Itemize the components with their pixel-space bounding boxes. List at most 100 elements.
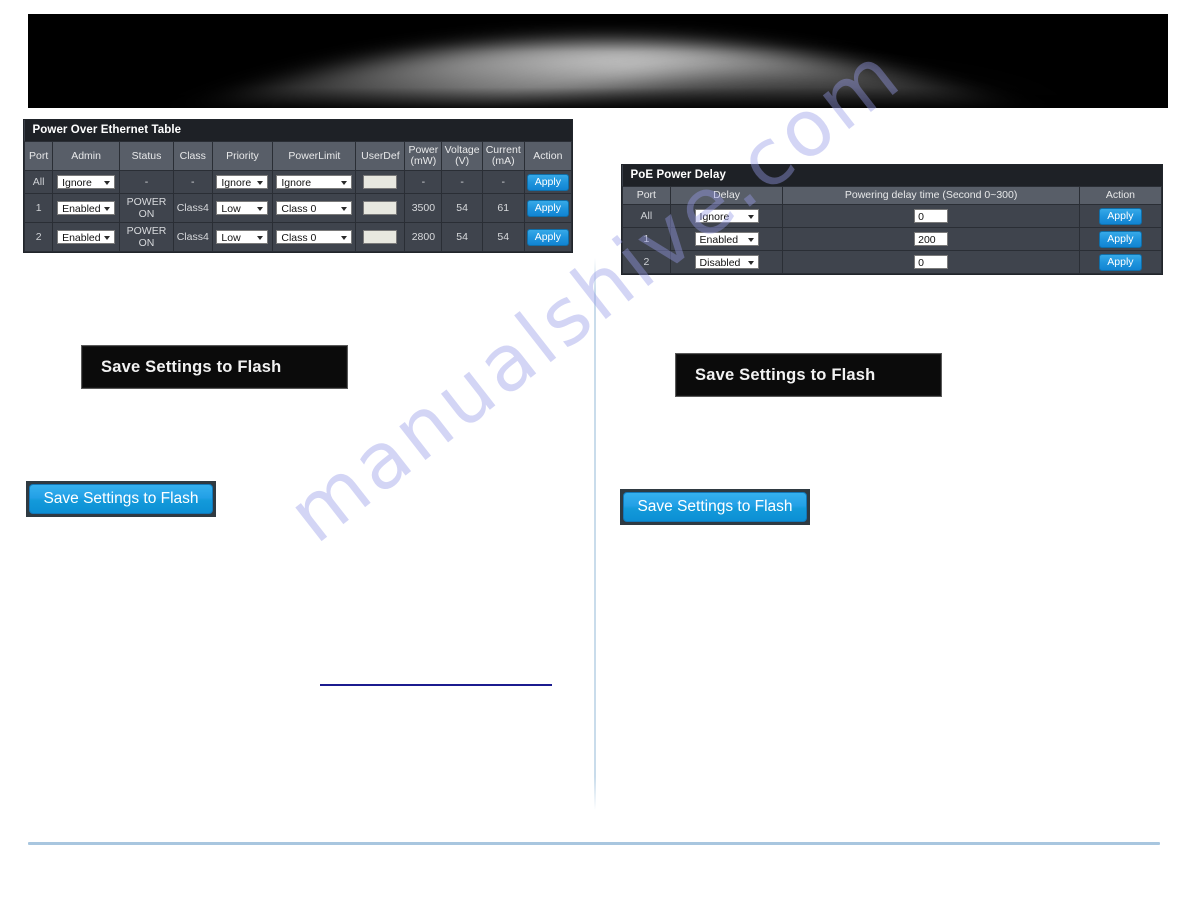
save-settings-to-flash-button-wrap-right: Save Settings to Flash (620, 489, 810, 525)
table-row: All Ignore 0 Apply (622, 204, 1163, 228)
cell-userdef (355, 222, 406, 252)
cell-power-mw: 2800 (404, 222, 443, 252)
col-delay-port: Port (622, 186, 671, 205)
cell-port: All (23, 170, 54, 194)
footer-horizontal-rule (28, 842, 1160, 845)
save-settings-to-flash-button-wrap-left: Save Settings to Flash (26, 481, 216, 517)
col-power-mw-l2: (mW) (410, 155, 437, 167)
cell-voltage-v: 54 (441, 193, 483, 223)
save-settings-to-flash-button-right[interactable]: Save Settings to Flash (623, 492, 807, 522)
cell-action: Apply (523, 193, 573, 223)
cell-current-ma: - (481, 170, 525, 194)
cell-status: POWER ON (118, 222, 175, 252)
save-settings-to-flash-dark-button-right[interactable]: Save Settings to Flash (675, 353, 942, 397)
column-divider (594, 258, 596, 810)
apply-button[interactable]: Apply (1099, 207, 1142, 225)
apply-button[interactable]: Apply (1099, 230, 1142, 248)
userdef-input[interactable] (363, 201, 398, 215)
cell-priority: Low (211, 222, 274, 252)
save-settings-to-flash-label: Save Settings to Flash (695, 365, 876, 384)
cell-current-ma: 61 (481, 193, 525, 223)
admin-select[interactable]: Enabled (57, 230, 116, 244)
col-current-ma: Current (mA) (481, 141, 525, 171)
delay-time-input[interactable]: 200 (914, 232, 949, 246)
admin-select[interactable]: Enabled (57, 201, 116, 215)
cell-class: - (173, 170, 213, 194)
col-action: Action (523, 141, 573, 171)
cell-power-mw: 3500 (404, 193, 443, 223)
delay-select[interactable]: Ignore (694, 209, 759, 223)
cell-port: 1 (23, 193, 54, 223)
cell-delay-select: Disabled (669, 250, 784, 274)
table-row: 1 Enabled 200 Apply (622, 227, 1163, 251)
delay-time-input[interactable]: 0 (914, 209, 949, 223)
delay-table-header-row: Port Delay Powering delay time (Second 0… (622, 186, 1163, 205)
col-power-mw: Power (mW) (404, 141, 443, 171)
delay-select[interactable]: Enabled (694, 232, 759, 246)
col-port: Port (23, 141, 54, 171)
cell-delay-time: 200 (782, 227, 1080, 251)
cell-class: Class4 (173, 222, 213, 252)
col-userdef: UserDef (355, 141, 406, 171)
cell-delay-action: Apply (1078, 204, 1163, 228)
cell-delay-action: Apply (1078, 227, 1163, 251)
cell-userdef (355, 170, 406, 194)
col-voltage-v: Voltage (V) (441, 141, 483, 171)
priority-select[interactable]: Low (216, 230, 269, 244)
col-delay-time: Powering delay time (Second 0~300) (782, 186, 1080, 205)
powerlimit-select[interactable]: Ignore (276, 175, 353, 189)
delay-time-input[interactable]: 0 (914, 255, 949, 269)
admin-select[interactable]: Ignore (57, 175, 116, 189)
save-settings-to-flash-label: Save Settings to Flash (101, 357, 282, 376)
col-delay: Delay (669, 186, 784, 205)
cell-powerlimit: Ignore (272, 170, 357, 194)
cell-admin: Ignore (52, 170, 120, 194)
cell-delay-port: All (622, 204, 671, 228)
cell-status: - (118, 170, 175, 194)
cell-delay-select: Enabled (669, 227, 784, 251)
col-class: Class (173, 141, 213, 171)
table-row: 2 Disabled 0 Apply (622, 250, 1163, 274)
banner-vignette (28, 14, 1168, 108)
col-status: Status (118, 141, 175, 171)
poe-table-title: Power Over Ethernet Table (24, 120, 572, 142)
col-priority: Priority (211, 141, 274, 171)
header-banner-image (28, 14, 1168, 108)
cell-delay-select: Ignore (669, 204, 784, 228)
cell-delay-port: 1 (622, 227, 671, 251)
save-settings-to-flash-dark-button-left[interactable]: Save Settings to Flash (81, 345, 348, 389)
save-settings-to-flash-button-left[interactable]: Save Settings to Flash (29, 484, 213, 514)
userdef-input[interactable] (363, 175, 398, 189)
cell-delay-time: 0 (782, 250, 1080, 274)
powerlimit-select[interactable]: Class 0 (276, 201, 353, 215)
table-row: All Ignore - - Ignore Ignore - - - Apply (23, 170, 573, 194)
priority-select[interactable]: Low (216, 201, 269, 215)
apply-button[interactable]: Apply (526, 173, 569, 191)
col-current-ma-l2: (mA) (491, 155, 515, 167)
apply-button[interactable]: Apply (526, 199, 569, 217)
delay-table-title: PoE Power Delay (622, 165, 1162, 187)
cell-priority: Low (211, 193, 274, 223)
col-admin: Admin (52, 141, 120, 171)
cell-delay-action: Apply (1078, 250, 1163, 274)
cell-userdef (355, 193, 406, 223)
userdef-input[interactable] (363, 230, 398, 244)
cell-powerlimit: Class 0 (272, 222, 357, 252)
poe-power-delay-table: PoE Power Delay Port Delay Powering dela… (622, 165, 1163, 274)
apply-button[interactable]: Apply (526, 228, 569, 246)
priority-select[interactable]: Ignore (216, 175, 269, 189)
cell-voltage-v: 54 (441, 222, 483, 252)
cell-priority: Ignore (211, 170, 274, 194)
apply-button[interactable]: Apply (1099, 253, 1142, 271)
table-row: 1 Enabled POWER ON Class4 Low Class 0 35… (23, 193, 573, 223)
cell-action: Apply (523, 222, 573, 252)
cell-port: 2 (23, 222, 54, 252)
cell-delay-port: 2 (622, 250, 671, 274)
cell-power-mw: - (404, 170, 443, 194)
col-voltage-v-l2: (V) (455, 155, 470, 167)
col-delay-action: Action (1078, 186, 1163, 205)
cell-powerlimit: Class 0 (272, 193, 357, 223)
powerlimit-select[interactable]: Class 0 (276, 230, 353, 244)
cell-status: POWER ON (118, 193, 175, 223)
delay-select[interactable]: Disabled (694, 255, 759, 269)
